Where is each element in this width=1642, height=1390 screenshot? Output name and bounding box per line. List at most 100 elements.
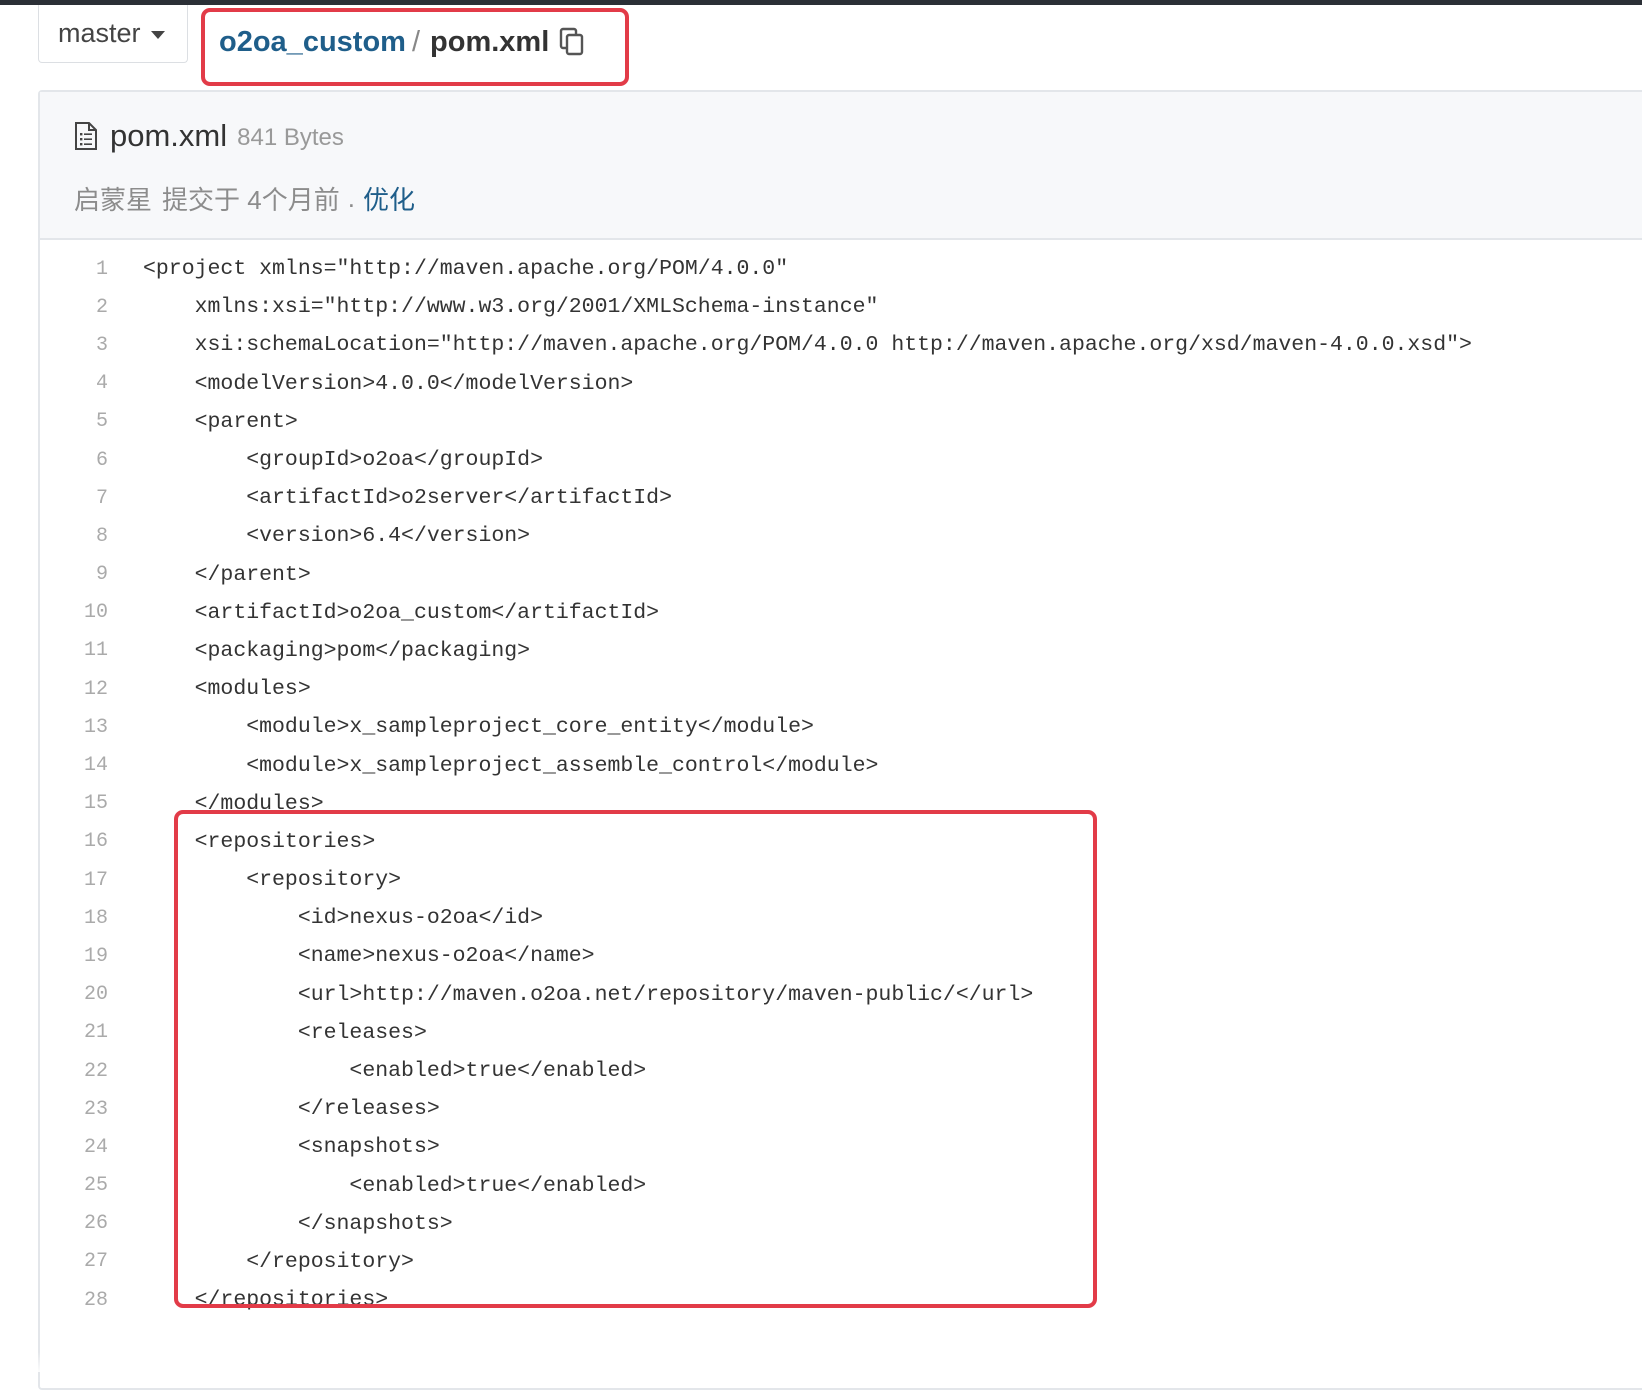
line-number[interactable]: 18	[40, 907, 108, 930]
code-text: <modelVersion>4.0.0</modelVersion>	[143, 371, 634, 396]
file-name: pom.xml	[110, 118, 228, 153]
code-line: 7 <artifactId>o2server</artifactId>	[40, 479, 1642, 517]
line-number[interactable]: 22	[40, 1060, 108, 1083]
code-line: 11 <packaging>pom</packaging>	[40, 632, 1642, 670]
code-text: <packaging>pom</packaging>	[143, 638, 531, 663]
line-number[interactable]: 10	[40, 601, 108, 624]
code-text: <enabled>true</enabled>	[143, 1059, 647, 1084]
line-number[interactable]: 2	[40, 296, 108, 319]
code-text: <name>nexus-o2oa</name>	[143, 944, 595, 969]
code-line: 22 <enabled>true</enabled>	[40, 1052, 1642, 1090]
code-line: 13 <module>x_sampleproject_core_entity</…	[40, 708, 1642, 746]
code-line: 28 </repositories>	[40, 1281, 1642, 1319]
line-number[interactable]: 26	[40, 1212, 108, 1235]
line-number[interactable]: 5	[40, 410, 108, 433]
code-text: <module>x_sampleproject_assemble_control…	[143, 753, 879, 778]
code-line: 16 <repositories>	[40, 823, 1642, 861]
line-number[interactable]: 15	[40, 792, 108, 815]
line-number[interactable]: 12	[40, 678, 108, 701]
code-text: <repository>	[143, 868, 402, 893]
code-line: 25 <enabled>true</enabled>	[40, 1167, 1642, 1205]
code-text: <releases>	[143, 1020, 427, 1045]
code-text: <url>http://maven.o2oa.net/repository/ma…	[143, 982, 1034, 1007]
top-rule	[0, 0, 1642, 5]
commit-info: 启蒙星 提交于 4个月前 . 优化	[74, 180, 1642, 217]
breadcrumb: o2oa_custom / pom.xml	[201, 8, 629, 86]
code-line: 14 <module>x_sampleproject_assemble_cont…	[40, 746, 1642, 784]
code-line: 19 <name>nexus-o2oa</name>	[40, 937, 1642, 975]
code-line: 24 <snapshots>	[40, 1128, 1642, 1166]
file-panel: pom.xml 841 Bytes 启蒙星 提交于 4个月前 . 优化 1 <pr…	[38, 90, 1642, 1390]
code-text: <parent>	[143, 409, 298, 434]
code-text: <project xmlns="http://maven.apache.org/…	[143, 257, 789, 282]
code-text: <groupId>o2oa</groupId>	[143, 448, 543, 473]
code-text: </repository>	[143, 1249, 414, 1274]
code-text: </parent>	[143, 562, 311, 587]
code-view: 1 <project xmlns="http://maven.apache.org…	[40, 250, 1642, 1319]
file-icon	[75, 122, 97, 150]
code-line: 20 <url>http://maven.o2oa.net/repository…	[40, 976, 1642, 1014]
branch-label: master	[58, 18, 141, 48]
code-text: </snapshots>	[143, 1211, 453, 1236]
chevron-down-icon	[150, 31, 165, 39]
line-number[interactable]: 16	[40, 830, 108, 853]
line-number[interactable]: 7	[40, 487, 108, 510]
code-line: 5 <parent>	[40, 403, 1642, 441]
code-text: <id>nexus-o2oa</id>	[143, 906, 543, 931]
file-header: pom.xml 841 Bytes 启蒙星 提交于 4个月前 . 优化	[40, 92, 1642, 240]
code-text: <enabled>true</enabled>	[143, 1173, 647, 1198]
code-text: <version>6.4</version>	[143, 524, 531, 549]
code-line: 8 <version>6.4</version>	[40, 517, 1642, 555]
commit-message-link[interactable]: 优化	[363, 180, 415, 217]
code-text: <module>x_sampleproject_core_entity</mod…	[143, 715, 814, 740]
line-number[interactable]: 6	[40, 449, 108, 472]
code-line: 12 <modules>	[40, 670, 1642, 708]
line-number[interactable]: 17	[40, 869, 108, 892]
line-number[interactable]: 8	[40, 525, 108, 548]
line-number[interactable]: 23	[40, 1098, 108, 1121]
code-line: 26 </snapshots>	[40, 1205, 1642, 1243]
code-line: 1 <project xmlns="http://maven.apache.org…	[40, 250, 1642, 288]
line-number[interactable]: 21	[40, 1021, 108, 1044]
line-number[interactable]: 1	[40, 258, 108, 281]
line-number[interactable]: 13	[40, 716, 108, 739]
code-line: 18 <id>nexus-o2oa</id>	[40, 899, 1642, 937]
code-line: 15 </modules>	[40, 785, 1642, 823]
line-number[interactable]: 25	[40, 1174, 108, 1197]
line-number[interactable]: 19	[40, 945, 108, 968]
branch-selector[interactable]: master	[38, 5, 188, 63]
breadcrumb-repo-link[interactable]: o2oa_custom	[219, 26, 406, 59]
line-number[interactable]: 11	[40, 639, 108, 662]
line-number[interactable]: 4	[40, 372, 108, 395]
line-number[interactable]: 14	[40, 754, 108, 777]
code-text: <repositories>	[143, 829, 376, 854]
code-text: </releases>	[143, 1097, 440, 1122]
line-number[interactable]: 27	[40, 1250, 108, 1273]
breadcrumb-file: pom.xml	[430, 25, 550, 58]
line-number[interactable]: 24	[40, 1136, 108, 1159]
line-number[interactable]: 20	[40, 983, 108, 1006]
breadcrumb-separator: /	[411, 25, 421, 58]
commit-time: 提交于 4个月前	[162, 185, 340, 215]
code-text: </modules>	[143, 791, 324, 816]
line-number[interactable]: 9	[40, 563, 108, 586]
code-text: <snapshots>	[143, 1135, 440, 1160]
code-line: 2 xmlns:xsi="http://www.w3.org/2001/XMLS…	[40, 288, 1642, 326]
copy-icon[interactable]	[559, 27, 585, 57]
code-text: xsi:schemaLocation="http://maven.apache.…	[143, 333, 1472, 358]
code-text: </repositories>	[143, 1288, 389, 1313]
file-size: 841 Bytes	[237, 124, 344, 151]
code-line: 10 <artifactId>o2oa_custom</artifactId>	[40, 594, 1642, 632]
line-number[interactable]: 3	[40, 334, 108, 357]
bottom-fade	[0, 1352, 1642, 1372]
code-text: <artifactId>o2oa_custom</artifactId>	[143, 600, 660, 625]
code-text: <modules>	[143, 677, 311, 702]
code-line: 6 <groupId>o2oa</groupId>	[40, 441, 1642, 479]
code-text: <artifactId>o2server</artifactId>	[143, 486, 672, 511]
code-line: 17 <repository>	[40, 861, 1642, 899]
line-number[interactable]: 28	[40, 1289, 108, 1312]
code-line: 3 xsi:schemaLocation="http://maven.apach…	[40, 326, 1642, 364]
commit-author: 启蒙星	[74, 185, 153, 215]
code-line: 21 <releases>	[40, 1014, 1642, 1052]
code-line: 4 <modelVersion>4.0.0</modelVersion>	[40, 365, 1642, 403]
